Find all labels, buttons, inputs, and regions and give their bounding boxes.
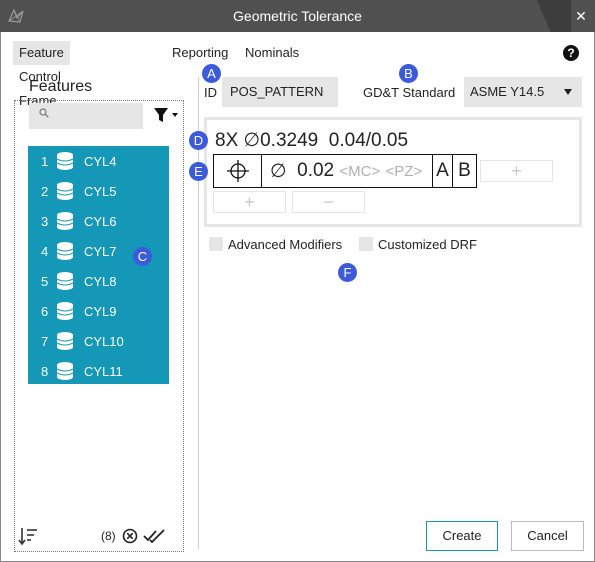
item-number: 8 bbox=[41, 364, 49, 379]
features-heading: Features bbox=[29, 78, 93, 95]
cancel-button[interactable]: Cancel bbox=[511, 521, 584, 551]
item-number: 2 bbox=[41, 184, 49, 199]
filter-icon[interactable] bbox=[153, 107, 179, 123]
advanced-modifiers-checkbox[interactable] bbox=[209, 237, 223, 251]
create-button[interactable]: Create bbox=[426, 521, 498, 551]
material-condition-placeholder[interactable]: <MC> bbox=[339, 163, 380, 180]
item-number: 1 bbox=[41, 154, 49, 169]
feature-search-input[interactable] bbox=[29, 103, 143, 129]
callout-b: B bbox=[399, 64, 418, 83]
item-label: CYL11 bbox=[84, 364, 123, 379]
help-icon[interactable]: ? bbox=[563, 45, 579, 61]
remove-row-button[interactable]: − bbox=[292, 191, 365, 213]
feature-list: 1 CYL4 2 CYL5 3 CYL6 4 CYL7 5 CYL8 6 CYL… bbox=[28, 146, 169, 384]
diameter-symbol: ∅ bbox=[270, 160, 287, 182]
pattern-line[interactable]: 8X ∅0.3249 0.04/0.05 bbox=[215, 129, 408, 152]
close-button[interactable]: ✕ bbox=[571, 6, 591, 26]
window-title: Geometric Tolerance bbox=[233, 8, 362, 24]
item-number: 4 bbox=[41, 244, 49, 259]
advanced-modifiers-label: Advanced Modifiers bbox=[228, 237, 343, 252]
item-number: 5 bbox=[41, 274, 49, 289]
dialog-body: Feature Control Frame Reporting Nominals… bbox=[0, 32, 595, 562]
list-item[interactable]: 5 CYL8 bbox=[28, 266, 169, 296]
characteristic-cell[interactable] bbox=[214, 155, 262, 187]
position-icon bbox=[226, 160, 249, 182]
add-row-button[interactable]: + bbox=[213, 191, 286, 213]
diameter-symbol: ∅ bbox=[243, 130, 261, 151]
list-item[interactable]: 2 CYL5 bbox=[28, 176, 169, 206]
gdt-standard-label: GD&T Standard bbox=[363, 85, 456, 100]
list-item[interactable]: 8 CYL11 bbox=[28, 356, 169, 386]
item-label: CYL7 bbox=[84, 244, 117, 259]
callout-d: D bbox=[189, 131, 208, 150]
item-label: CYL5 bbox=[84, 184, 117, 199]
callout-f: F bbox=[338, 263, 357, 282]
tab-reporting[interactable]: Reporting bbox=[172, 41, 228, 65]
item-number: 7 bbox=[41, 334, 49, 349]
cylinder-icon bbox=[56, 362, 74, 380]
select-all-icon[interactable] bbox=[143, 529, 167, 543]
gdt-standard-value: ASME Y14.5 bbox=[470, 84, 545, 99]
cylinder-icon bbox=[56, 332, 74, 350]
item-number: 3 bbox=[41, 214, 49, 229]
id-input[interactable]: POS_PATTERN bbox=[222, 77, 338, 107]
cylinder-icon bbox=[56, 272, 74, 290]
customized-drf-label: Customized DRF bbox=[378, 237, 477, 252]
list-item[interactable]: 3 CYL6 bbox=[28, 206, 169, 236]
callout-e: E bbox=[189, 162, 208, 181]
item-label: CYL9 bbox=[84, 304, 117, 319]
gdt-standard-select[interactable]: ASME Y14.5 bbox=[464, 77, 582, 107]
tolerance-cell[interactable]: ∅ 0.02 <MC> <PZ> bbox=[262, 155, 433, 187]
tab-feature-control-frame[interactable]: Feature Control Frame bbox=[13, 41, 70, 108]
title-bar: Geometric Tolerance ✕ bbox=[0, 0, 595, 32]
tolerance-value: 0.02 bbox=[297, 160, 335, 181]
pattern-size: 0.3249 bbox=[260, 130, 319, 151]
close-icon[interactable]: ✕ bbox=[575, 8, 587, 24]
item-label: CYL8 bbox=[84, 274, 117, 289]
cylinder-icon bbox=[56, 212, 74, 230]
datum-a-cell[interactable]: A bbox=[433, 155, 453, 187]
item-number: 6 bbox=[41, 304, 49, 319]
cylinder-icon bbox=[56, 242, 74, 260]
datum-b-cell[interactable]: B bbox=[453, 155, 476, 187]
pattern-count: 8X bbox=[215, 130, 239, 151]
item-label: CYL6 bbox=[84, 214, 117, 229]
cylinder-icon bbox=[56, 302, 74, 320]
sort-icon[interactable] bbox=[18, 527, 38, 545]
item-label: CYL10 bbox=[84, 334, 124, 349]
selected-count: (8) bbox=[101, 529, 116, 543]
callout-a: A bbox=[202, 64, 221, 83]
customized-drf-checkbox[interactable] bbox=[359, 237, 373, 251]
cylinder-icon bbox=[56, 152, 74, 170]
cylinder-icon bbox=[56, 182, 74, 200]
pattern-tolerance: 0.04/0.05 bbox=[328, 130, 409, 151]
callout-c: C bbox=[133, 247, 152, 266]
tab-nominals[interactable]: Nominals bbox=[245, 41, 299, 65]
list-item[interactable]: 7 CYL10 bbox=[28, 326, 169, 356]
id-label: ID bbox=[204, 85, 217, 100]
list-item[interactable]: 6 CYL9 bbox=[28, 296, 169, 326]
add-datum-button[interactable]: + bbox=[480, 160, 553, 182]
list-item[interactable]: 1 CYL4 bbox=[28, 146, 169, 176]
feature-control-frame: ∅ 0.02 <MC> <PZ> A B bbox=[213, 154, 477, 188]
item-label: CYL4 bbox=[84, 154, 117, 169]
chevron-down-icon bbox=[564, 89, 572, 95]
projected-zone-placeholder[interactable]: <PZ> bbox=[386, 163, 423, 180]
search-icon bbox=[39, 108, 49, 118]
clear-selection-icon[interactable] bbox=[122, 528, 138, 544]
